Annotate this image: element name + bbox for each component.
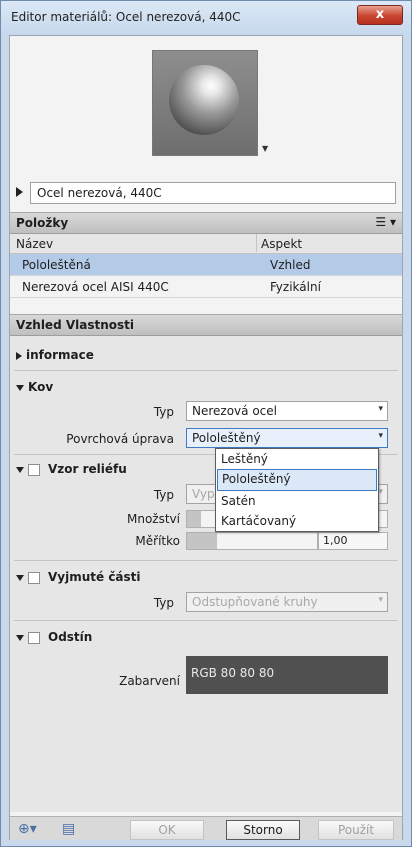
finish-label: Povrchová úprava: [66, 432, 174, 446]
finish-select[interactable]: Pololeštěný ▾: [186, 428, 388, 448]
ok-button[interactable]: OK: [130, 820, 204, 840]
title-bar: Editor materiálů: Ocel nerezová, 440C x: [1, 1, 411, 35]
window-title: Editor materiálů: Ocel nerezová, 440C: [11, 10, 241, 24]
collapse-arrow-icon: [16, 634, 24, 641]
slider-fill: [187, 533, 217, 549]
relief-scale-label: Měřítko: [135, 534, 180, 548]
chevron-down-icon: ▾: [378, 404, 383, 414]
items-column-header: Název Aspekt: [10, 234, 402, 254]
metal-type-value: Nerezová ocel: [192, 404, 277, 418]
tint-enable-checkbox[interactable]: [28, 631, 40, 644]
chevron-down-icon: ▾: [378, 431, 383, 441]
item-row[interactable]: Nerezová ocel AISI 440C Fyzikální: [10, 276, 402, 298]
properties-section-title: Vzhled Vlastnosti: [16, 318, 134, 332]
material-preview[interactable]: [152, 50, 258, 156]
properties-section-header: Vzhled Vlastnosti: [10, 314, 402, 336]
editor-content: ▼ Ocel nerezová, 440C Položky ☰ ▾ Název …: [9, 35, 403, 840]
item-name: Nerezová ocel AISI 440C: [22, 280, 169, 294]
column-aspect-header[interactable]: Aspekt: [256, 234, 302, 252]
chevron-down-icon: ▾: [378, 595, 383, 605]
cancel-button[interactable]: Storno: [226, 820, 300, 840]
relief-group-title: Vzor reliéfu: [48, 462, 127, 476]
relief-enable-checkbox[interactable]: [28, 463, 40, 476]
column-name-header[interactable]: Název: [16, 237, 53, 251]
finish-dropdown-list: Leštěný Pololeštěný Satén Kartáčovaný: [215, 448, 379, 532]
material-editor-window: Editor materiálů: Ocel nerezová, 440C x …: [0, 0, 412, 847]
collapse-arrow-icon: [16, 384, 24, 391]
item-aspect: Vzhled: [270, 258, 311, 272]
cutout-group-header[interactable]: Vyjmuté části: [16, 570, 141, 584]
items-section-title: Položky: [16, 216, 69, 230]
cutout-type-select[interactable]: Odstupňované kruhy ▾: [186, 592, 388, 612]
divider: [14, 620, 398, 621]
list-options-icon[interactable]: ☰ ▾: [375, 215, 396, 229]
bottom-toolbar: ⊕▾ ▤ OK Storno Použít: [10, 816, 402, 840]
preview-options-dropdown-icon[interactable]: ▼: [262, 144, 268, 153]
tint-color-label: Zabarvení: [119, 674, 180, 688]
finish-option-selected[interactable]: Pololeštěný: [217, 469, 377, 491]
metal-type-label: Typ: [153, 405, 174, 419]
expand-arrow-icon[interactable]: [16, 187, 23, 197]
apply-button[interactable]: Použít: [318, 820, 394, 840]
close-button[interactable]: x: [357, 5, 403, 25]
cutout-group-title: Vyjmuté části: [48, 570, 141, 584]
finish-value: Pololeštěný: [192, 431, 261, 445]
metal-type-select[interactable]: Nerezová ocel ▾: [186, 401, 388, 421]
info-group-header[interactable]: informace: [16, 348, 94, 362]
items-section-header: Položky ☰ ▾: [10, 212, 402, 234]
tint-group-title: Odstín: [48, 630, 93, 644]
chevron-down-icon: ▾: [378, 487, 383, 497]
relief-type-label: Typ: [153, 488, 174, 502]
tint-color-swatch[interactable]: RGB 80 80 80: [186, 656, 388, 694]
item-row[interactable]: Pololeštěná Vzhled: [10, 254, 402, 276]
relief-scale-slider[interactable]: [186, 532, 318, 550]
expand-arrow-icon: [16, 351, 22, 360]
tint-group-header[interactable]: Odstín: [16, 630, 92, 644]
cutout-enable-checkbox[interactable]: [28, 571, 40, 584]
slider-fill: [187, 511, 201, 527]
finish-option[interactable]: Satén: [217, 491, 377, 511]
finish-option[interactable]: Leštěný: [217, 449, 377, 469]
relief-scale-input[interactable]: 1,00: [318, 532, 388, 550]
material-name-field[interactable]: Ocel nerezová, 440C: [30, 182, 396, 204]
item-aspect: Fyzikální: [270, 280, 321, 294]
collapse-arrow-icon: [16, 466, 24, 473]
material-name-row: Ocel nerezová, 440C: [14, 182, 398, 204]
divider: [14, 560, 398, 561]
finish-option[interactable]: Kartáčovaný: [217, 511, 377, 531]
cutout-type-label: Typ: [153, 596, 174, 610]
cutout-type-value: Odstupňované kruhy: [192, 595, 318, 609]
preview-sphere-image: [169, 65, 239, 135]
metal-group-header[interactable]: Kov: [16, 380, 53, 394]
relief-group-header[interactable]: Vzor reliéfu: [16, 462, 127, 476]
material-browser-icon[interactable]: ▤: [62, 821, 75, 837]
add-material-icon[interactable]: ⊕▾: [18, 821, 37, 837]
info-group-title: informace: [26, 348, 94, 362]
relief-amount-label: Množství: [127, 512, 180, 526]
collapse-arrow-icon: [16, 574, 24, 581]
material-preview-area: ▼: [10, 36, 402, 176]
divider: [14, 370, 398, 371]
metal-group-title: Kov: [28, 380, 54, 394]
item-name: Pololeštěná: [22, 258, 91, 272]
